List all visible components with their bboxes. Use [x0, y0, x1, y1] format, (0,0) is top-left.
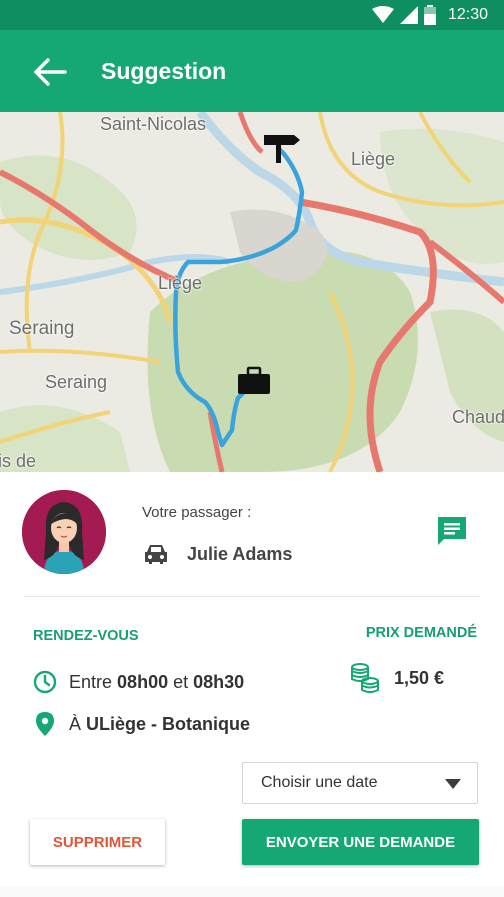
app-bar: Suggestion — [0, 30, 504, 112]
battery-icon — [423, 5, 436, 25]
route-map[interactable]: Saint-Nicolas Liège Liège Seraing Serain… — [0, 112, 504, 472]
date-select[interactable]: Choisir une date — [242, 762, 478, 804]
chat-icon — [438, 517, 466, 545]
map-canvas — [0, 112, 504, 472]
page-title: Suggestion — [101, 58, 227, 84]
dropdown-caret-icon — [445, 779, 461, 789]
trip-details-card: Votre passager : Julie Adams RENDEZ-VOUS… — [0, 472, 504, 887]
passenger-name: Julie Adams — [187, 544, 293, 564]
date-select-label: Choisir une date — [261, 774, 378, 791]
divider — [24, 596, 480, 597]
map-label-is-de: is de — [0, 451, 37, 471]
meeting-place: ULiège - Botanique — [86, 713, 251, 734]
meeting-time-row: Entre 08h00 et 08h30 — [33, 670, 244, 694]
price-section-title: PRIX DEMANDÉ — [365, 625, 477, 641]
chat-button[interactable] — [436, 515, 468, 547]
passenger-avatar-illustration — [22, 490, 106, 574]
meeting-time-to: 08h30 — [193, 671, 245, 692]
car-icon — [145, 545, 167, 564]
price-value: 1,50 € — [394, 668, 445, 688]
map-label-liege-ne: Liège — [351, 149, 396, 169]
wifi-icon — [371, 6, 394, 23]
status-icons: 12:30 — [371, 4, 488, 26]
map-label-chaud: Chaud — [452, 407, 504, 427]
meeting-place-prefix: À — [69, 713, 82, 734]
meeting-time-prefix: Entre — [69, 671, 113, 692]
meeting-time-from: 08h00 — [117, 671, 169, 692]
avatar — [22, 490, 106, 574]
delete-button[interactable]: SUPPRIMER — [30, 819, 165, 865]
clock-icon — [33, 670, 57, 694]
send-request-button[interactable]: ENVOYER UNE DEMANDE — [242, 819, 479, 865]
location-pin-icon — [33, 712, 57, 736]
meeting-section-title: RENDEZ-VOUS — [33, 628, 139, 644]
status-bar: 12:30 — [0, 0, 504, 30]
map-label-saint-nicolas: Saint-Nicolas — [100, 114, 207, 134]
passenger-caption: Votre passager : — [142, 504, 252, 521]
back-button[interactable] — [30, 54, 70, 90]
back-arrow-icon — [34, 58, 67, 86]
signal-icon — [399, 6, 418, 24]
status-time: 12:30 — [447, 6, 488, 23]
meeting-place-row: À ULiège - Botanique — [33, 712, 250, 736]
meeting-time-joiner: et — [173, 671, 189, 692]
coins-icon — [351, 663, 379, 693]
map-label-seraing-2: Seraing — [45, 372, 108, 392]
map-label-liege-center: Liège — [158, 273, 203, 293]
map-label-seraing-1: Seraing — [9, 318, 75, 339]
